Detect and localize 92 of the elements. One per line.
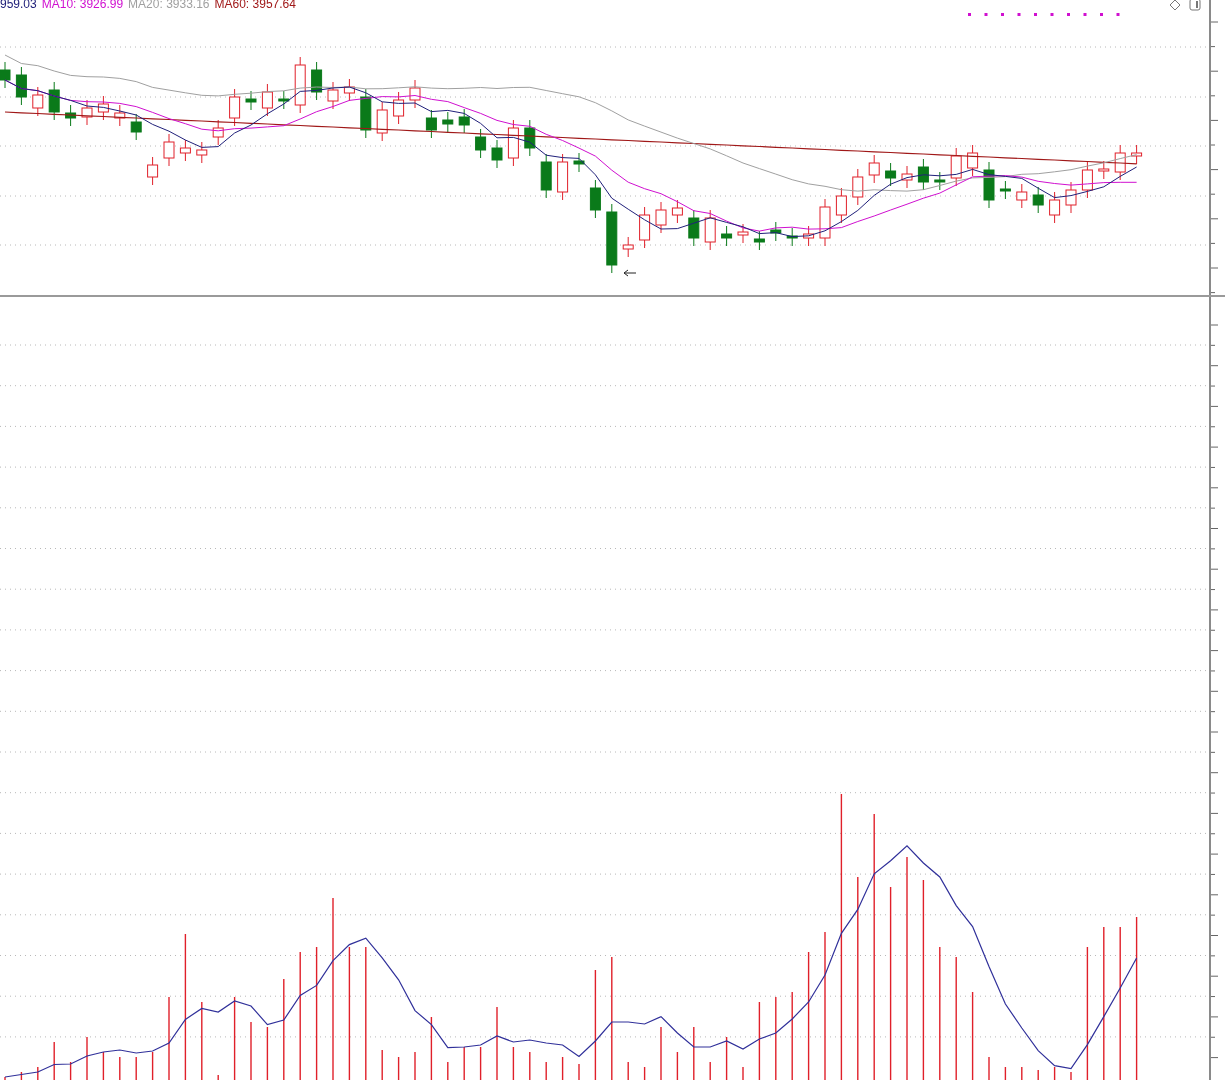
candlestick bbox=[786, 227, 798, 247]
candlestick bbox=[229, 88, 241, 127]
candlestick bbox=[458, 108, 470, 134]
candlestick bbox=[393, 91, 405, 125]
candlestick bbox=[475, 128, 487, 159]
candlestick bbox=[196, 141, 208, 164]
volume-bar bbox=[151, 1051, 154, 1080]
legend-text: MA10: 3926.99 bbox=[41, 0, 124, 11]
candlestick bbox=[327, 81, 339, 110]
diamond-icon[interactable] bbox=[1169, 0, 1181, 11]
candlestick bbox=[212, 119, 224, 146]
volume-bar bbox=[479, 1046, 482, 1080]
candlestick bbox=[1065, 181, 1077, 214]
candlestick bbox=[671, 199, 683, 224]
candlestick bbox=[589, 179, 601, 219]
volume-bar bbox=[643, 1066, 646, 1080]
candlestick bbox=[819, 198, 831, 247]
candlestick bbox=[1049, 191, 1061, 224]
candlestick bbox=[163, 133, 175, 167]
candlestick bbox=[32, 86, 44, 117]
candlestick bbox=[311, 61, 323, 101]
cursor-icon bbox=[623, 269, 637, 277]
candlestick bbox=[294, 56, 306, 114]
candlestick bbox=[606, 203, 618, 274]
candlestick bbox=[983, 161, 995, 209]
candlestick bbox=[0, 61, 11, 89]
candlestick bbox=[245, 90, 257, 111]
volume-bar bbox=[725, 1036, 728, 1080]
candlestick bbox=[130, 113, 142, 141]
volume-bar bbox=[512, 1046, 515, 1080]
candlestick bbox=[950, 147, 962, 187]
legend-text: MA60: 3957.64 bbox=[214, 0, 296, 11]
candlestick bbox=[261, 83, 273, 117]
candlestick bbox=[15, 66, 27, 106]
candlestick bbox=[1016, 183, 1028, 209]
candlestick bbox=[934, 171, 946, 191]
candlestick bbox=[360, 88, 372, 139]
candlestick bbox=[1131, 144, 1143, 165]
volume-bar bbox=[561, 1056, 564, 1080]
candlestick bbox=[999, 180, 1011, 200]
candlestick bbox=[409, 79, 421, 109]
candlestick bbox=[557, 153, 569, 201]
candlestick bbox=[622, 236, 634, 258]
candlestick bbox=[868, 154, 880, 184]
candlestick bbox=[507, 119, 519, 167]
candlestick bbox=[376, 101, 388, 142]
candlestick bbox=[737, 223, 749, 244]
candlestick bbox=[704, 209, 716, 251]
candlestick bbox=[901, 165, 913, 189]
candlestick bbox=[967, 144, 979, 177]
candlestick bbox=[835, 187, 847, 224]
candlestick bbox=[491, 139, 503, 169]
candlestick bbox=[885, 162, 897, 187]
candlestick bbox=[425, 109, 437, 139]
candlestick bbox=[573, 152, 585, 173]
volume-bar bbox=[430, 1016, 433, 1080]
panel-icon[interactable] bbox=[1189, 0, 1201, 11]
volume-bar bbox=[1053, 1066, 1056, 1080]
candlestick bbox=[1081, 161, 1093, 199]
candlestick bbox=[917, 158, 929, 191]
candlestick bbox=[540, 153, 552, 199]
candlestick bbox=[97, 95, 109, 121]
candlestick bbox=[1098, 160, 1110, 180]
candlestick bbox=[852, 168, 864, 206]
candlestick bbox=[639, 206, 651, 249]
candlestick bbox=[1114, 144, 1126, 181]
candlestick bbox=[524, 119, 536, 157]
legend-text: MA20: 3933.16 bbox=[128, 0, 210, 11]
candlestick bbox=[48, 81, 60, 121]
candlestick bbox=[770, 221, 782, 242]
candlestick bbox=[1032, 186, 1044, 214]
volume-bar bbox=[20, 1071, 23, 1080]
candlestick bbox=[114, 104, 126, 127]
volume-bar bbox=[676, 1051, 679, 1080]
candlestick bbox=[803, 225, 815, 247]
volume-bar bbox=[266, 1026, 269, 1080]
candlestick bbox=[147, 156, 159, 186]
candlestick bbox=[343, 78, 355, 102]
candlestick bbox=[81, 99, 93, 126]
candlestick bbox=[721, 225, 733, 247]
candlestick bbox=[688, 209, 700, 247]
legend-text: 959.03 bbox=[0, 0, 37, 11]
candlestick bbox=[278, 90, 290, 110]
candlestick bbox=[753, 230, 765, 251]
volume-bar bbox=[397, 1056, 400, 1080]
candlestick bbox=[179, 139, 191, 162]
volume-bar bbox=[69, 1061, 72, 1080]
candlestick bbox=[442, 111, 454, 133]
volume-bar bbox=[102, 1051, 105, 1080]
volume-bar bbox=[1004, 1066, 1007, 1080]
candlestick bbox=[655, 201, 667, 234]
candlestick bbox=[65, 104, 77, 127]
